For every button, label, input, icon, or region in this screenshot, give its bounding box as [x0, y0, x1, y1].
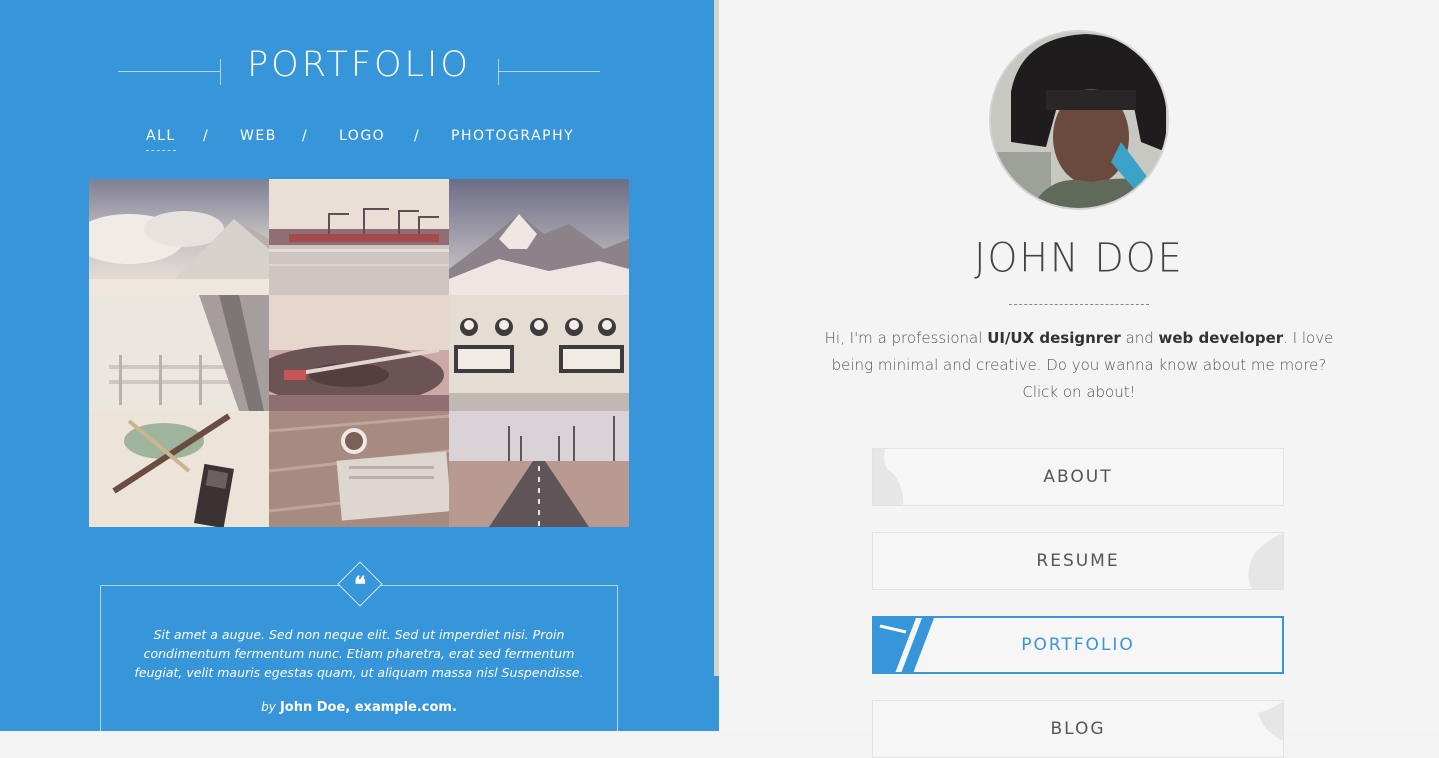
blog-deco-icon [1258, 701, 1283, 741]
harbor-cranes-photo [269, 179, 449, 295]
filter-logo[interactable]: LOGO [339, 128, 385, 144]
title-rule-left [118, 71, 220, 72]
clouds-roof-photo [89, 179, 269, 295]
avatar [989, 30, 1169, 210]
filter-separator: / [302, 128, 309, 144]
portfolio-item-clouds[interactable] [89, 179, 269, 295]
turntable-photo [269, 295, 449, 411]
name-divider [1009, 304, 1149, 305]
nav-label: RESUME [1036, 551, 1120, 571]
about-deco-icon [873, 449, 904, 505]
profile-photo [991, 32, 1167, 208]
desk-coffee-photo [269, 411, 449, 527]
portfolio-header: PORTFOLIO [0, 45, 714, 85]
filter-all[interactable]: ALL [146, 128, 176, 151]
profile-panel: JOHN DOE Hi, I'm a professional UI/UX de… [719, 0, 1439, 758]
testimonial-text: Sit amet a augue. Sed non neque elit. Se… [134, 627, 584, 680]
title-tick-right [498, 59, 499, 85]
testimonial-author: by John Doe, example.com. [120, 700, 598, 715]
profile-bio: Hi, I'm a professional UI/UX designrer a… [819, 325, 1339, 406]
snowy-mountain-photo [449, 179, 629, 295]
bio-text: Hi, I'm a professional [824, 329, 988, 347]
portfolio-deco-icon [874, 618, 934, 672]
title-rule-right [498, 71, 600, 72]
nav-resume-button[interactable]: RESUME [872, 532, 1284, 590]
portfolio-item-harbor[interactable] [269, 179, 449, 295]
portfolio-item-tapedeck[interactable] [449, 295, 629, 411]
portfolio-item-fence[interactable] [89, 295, 269, 411]
nav-label: ABOUT [1043, 467, 1113, 487]
portfolio-item-tools[interactable] [89, 411, 269, 527]
portfolio-item-desk[interactable] [269, 411, 449, 527]
title-tick-left [220, 59, 221, 85]
bio-text: and [1120, 329, 1159, 347]
portfolio-filter-nav: ALL / WEB / LOGO / PHOTOGRAPHY [0, 128, 714, 158]
portfolio-item-mountain[interactable] [449, 179, 629, 295]
empty-road-photo [449, 411, 629, 527]
bio-role-webdev: web developer [1158, 329, 1284, 347]
portfolio-grid [89, 179, 629, 527]
filter-web[interactable]: WEB [240, 128, 277, 144]
author-name: John Doe, example.com. [279, 700, 457, 715]
tape-deck-buttons-photo [449, 295, 629, 411]
profile-name: JOHN DOE [974, 234, 1184, 282]
nav-label: BLOG [1050, 719, 1106, 739]
nav-blog-button[interactable]: BLOG [872, 700, 1284, 758]
filter-separator: / [414, 128, 421, 144]
nav-about-button[interactable]: ABOUT [872, 448, 1284, 506]
filter-separator: / [203, 128, 210, 144]
bio-role-uiux: UI/UX designrer [987, 329, 1121, 347]
nav-portfolio-button[interactable]: PORTFOLIO [872, 616, 1284, 674]
portfolio-item-turntable[interactable] [269, 295, 449, 411]
filter-photography[interactable]: PHOTOGRAPHY [451, 128, 574, 144]
nav-label: PORTFOLIO [1021, 635, 1135, 655]
compass-tools-photo [89, 411, 269, 527]
portfolio-title: PORTFOLIO [247, 45, 471, 85]
quote-icon: ❝ [354, 572, 366, 598]
resume-deco-icon [1248, 533, 1283, 589]
frozen-fence-photo [89, 295, 269, 411]
author-prefix: by [261, 700, 276, 714]
portfolio-panel: PORTFOLIO ALL / WEB / LOGO / PHOTOGRAPHY [0, 0, 714, 731]
portfolio-item-road[interactable] [449, 411, 629, 527]
